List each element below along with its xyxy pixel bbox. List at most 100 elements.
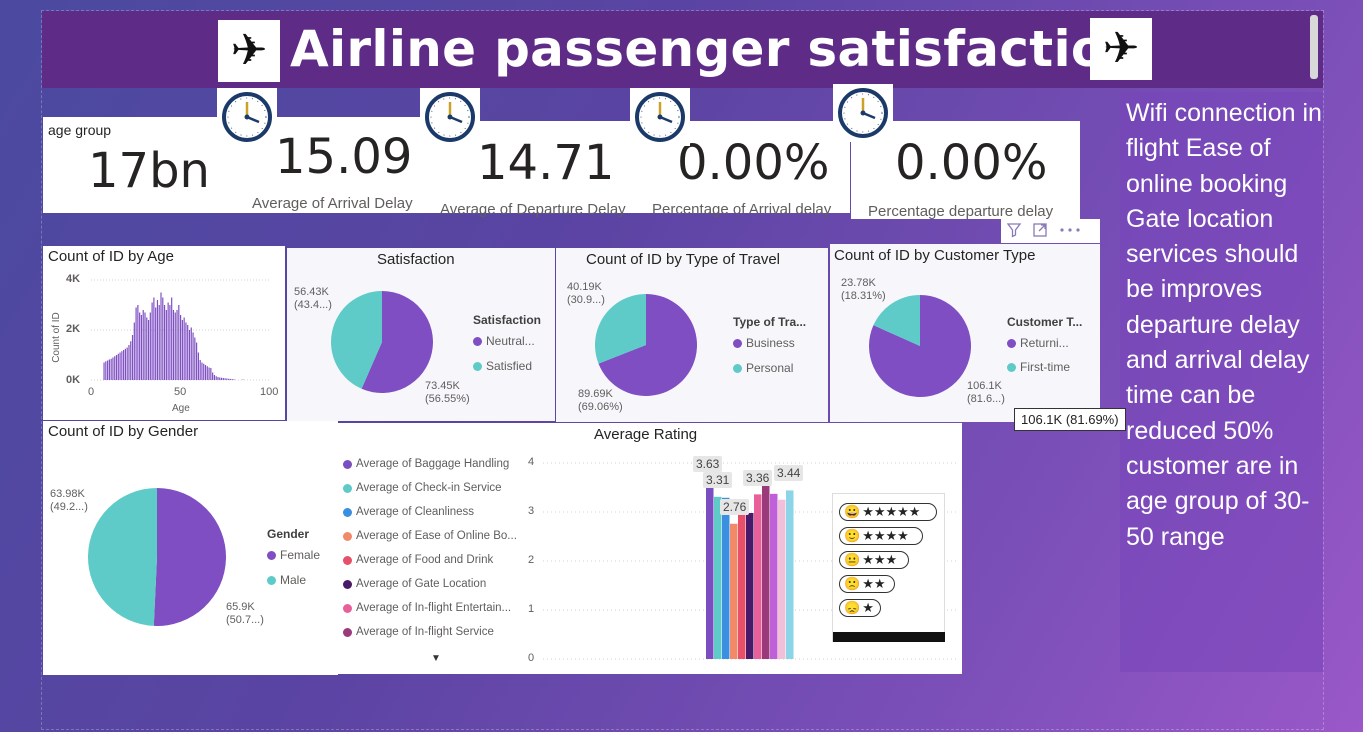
histogram-bar[interactable] [215,376,217,380]
histogram-bar[interactable] [231,379,233,380]
rating-bar[interactable] [722,497,730,659]
gender-card[interactable]: Count of ID by Gender 63.98K (49.2...) 65… [43,421,338,675]
histogram-bar[interactable] [228,378,230,380]
histogram-bar[interactable] [196,342,198,381]
histogram-bar[interactable] [217,377,219,380]
histogram-bar[interactable] [139,312,141,381]
histogram-bar[interactable] [124,348,126,380]
histogram-bar[interactable] [165,310,167,380]
customer-type-card[interactable]: Count of ID by Customer Type 23.78K (18.3… [830,244,1100,422]
legend-item[interactable]: Returni... [1007,336,1069,350]
age-chart-card[interactable]: Count of ID by Age Count of ID 4K 2K 0K … [43,246,285,420]
histogram-bar[interactable] [188,330,191,380]
legend-item[interactable]: Female [267,548,320,562]
histogram-bar[interactable] [199,360,201,380]
histogram-bar[interactable] [144,312,146,381]
histogram-bar[interactable] [181,320,183,380]
histogram-bar[interactable] [121,351,123,380]
rating-bar[interactable] [746,512,754,659]
histogram-bar[interactable] [112,357,114,381]
rating-bar[interactable] [778,499,786,659]
rating-bar[interactable] [770,493,778,659]
histogram-bar[interactable] [162,297,164,381]
rating-bar[interactable] [714,496,722,659]
histogram-bar[interactable] [128,345,130,380]
histogram-bar[interactable] [107,360,109,381]
histogram-bar[interactable] [172,310,175,380]
legend-item[interactable]: Business [733,336,795,350]
histogram-bar[interactable] [194,337,196,381]
rating-bar[interactable] [786,490,794,659]
histogram-bar[interactable] [142,310,144,380]
pie-slice[interactable] [153,488,226,626]
histogram-bar[interactable] [167,302,169,381]
rating-bar[interactable] [762,480,770,659]
histogram-bar[interactable] [190,327,192,381]
histogram-bar[interactable] [126,347,128,381]
histogram-bar[interactable] [160,292,162,381]
rating-bar[interactable] [738,501,746,659]
histogram-bar[interactable] [114,356,116,380]
histogram-bar[interactable] [137,305,139,380]
histogram-bar[interactable] [158,305,160,380]
histogram-bar[interactable] [185,322,187,381]
legend-item[interactable]: First-time [1007,360,1070,374]
histogram-bar[interactable] [226,378,228,381]
histogram-bar[interactable] [149,312,151,381]
histogram-bar[interactable] [156,300,159,380]
histogram-bar[interactable] [208,367,210,381]
legend-item[interactable]: Satisfied [473,359,532,373]
histogram-bar[interactable] [213,375,215,380]
histogram-bar[interactable] [220,377,223,380]
histogram-bar[interactable] [110,358,112,380]
histogram-bar[interactable] [242,379,244,381]
histogram-bar[interactable] [229,379,232,380]
histogram-bar[interactable] [171,297,173,381]
histogram-bar[interactable] [224,378,226,380]
histogram-bar[interactable] [176,310,178,380]
histogram-bar[interactable] [135,307,137,381]
histogram-bar[interactable] [103,362,105,381]
histogram-bar[interactable] [180,315,182,380]
travel-type-card[interactable]: Count of ID by Type of Travel 40.19K (30.… [556,248,828,422]
filter-icon[interactable] [1001,219,1027,241]
histogram-bar[interactable] [147,320,150,380]
legend-item[interactable]: Male [267,573,306,587]
rating-bar[interactable] [754,494,762,659]
histogram-bar[interactable] [119,352,121,381]
histogram-bar[interactable] [108,359,110,381]
histogram-bar[interactable] [222,378,224,380]
histogram-bar[interactable] [115,355,118,380]
histogram-bar[interactable] [140,315,143,380]
histogram-bar[interactable] [233,379,235,380]
histogram-bar[interactable] [105,361,107,380]
histogram-bar[interactable] [197,352,199,381]
histogram-bar[interactable] [183,317,185,381]
scrollbar[interactable] [1310,15,1318,79]
histogram-bar[interactable] [203,363,205,380]
histogram-bar[interactable] [130,341,132,380]
histogram-bar[interactable] [212,372,214,381]
histogram-bar[interactable] [219,377,221,381]
histogram-bar[interactable] [131,335,134,380]
histogram-bar[interactable] [123,350,125,380]
histogram-bar[interactable] [187,325,189,380]
legend-item[interactable]: Personal [733,361,793,375]
histogram-bar[interactable] [169,305,171,380]
pie-slice[interactable] [87,488,157,626]
rating-bar[interactable] [730,523,738,659]
histogram-bar[interactable] [153,297,155,381]
histogram-bar[interactable] [204,365,207,380]
histogram-bar[interactable] [206,366,208,380]
histogram-bar[interactable] [151,302,153,381]
focus-mode-icon[interactable] [1027,219,1053,241]
rating-bar[interactable] [706,481,714,659]
histogram-bar[interactable] [201,362,203,381]
insights-text[interactable]: Wifi connection in flight Ease of online… [1126,96,1323,555]
histogram-bar[interactable] [210,368,212,380]
more-options-icon[interactable] [1053,219,1087,241]
histogram-bar[interactable] [163,305,166,380]
histogram-bar[interactable] [192,332,194,381]
histogram-bar[interactable] [146,317,148,381]
satisfaction-card[interactable]: Satisfaction 56.43K (43.4...) 73.45K (56.5… [287,248,555,421]
